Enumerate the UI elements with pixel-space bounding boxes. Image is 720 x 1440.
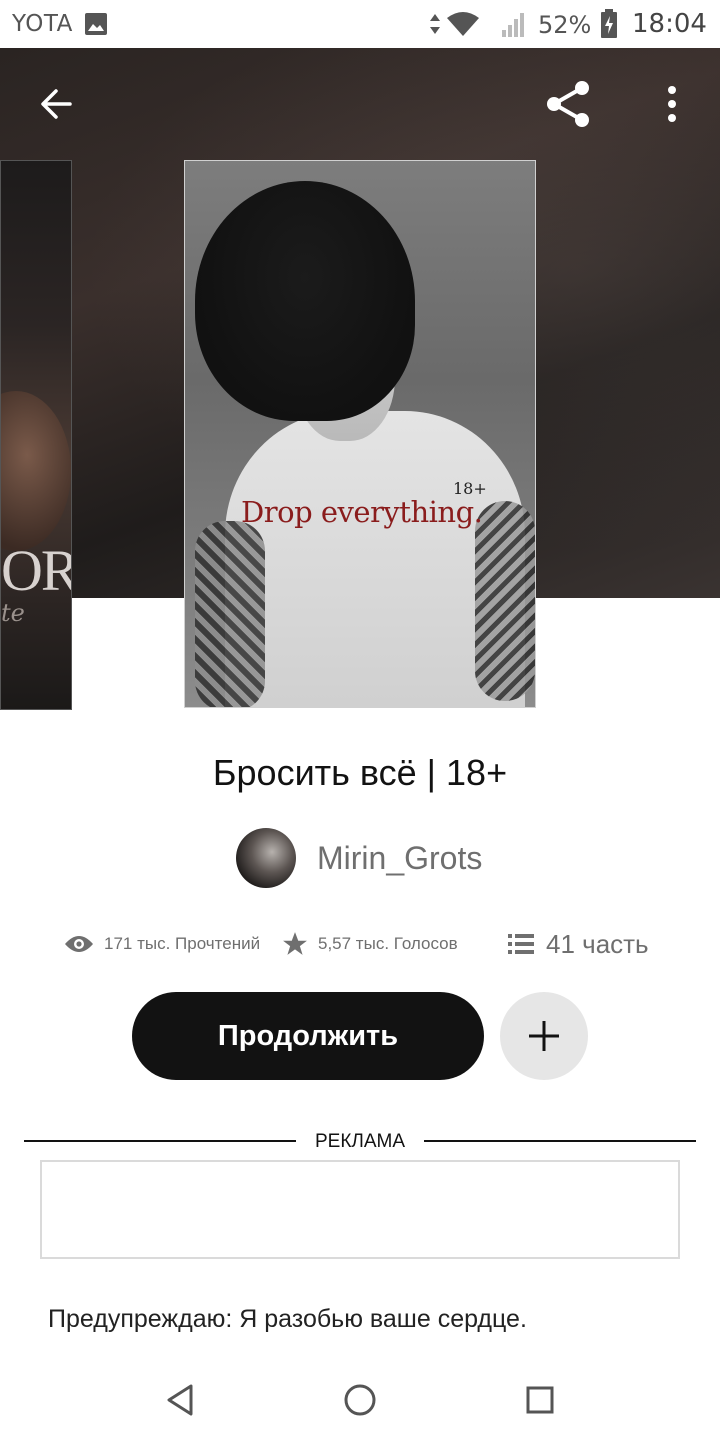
circle-home-icon [344,1384,376,1416]
side-cover-subtitle: te [1,599,25,627]
battery-charging-icon [601,9,617,38]
eye-icon [65,936,93,952]
list-icon [508,934,534,954]
cover-title: Drop everything. [241,495,483,529]
cover-hair [195,181,415,421]
arrow-left-icon [41,89,72,119]
book-title: Бросить всё | 18+ [212,752,508,793]
cover-tattoo-arm-right [475,501,535,701]
clock: 18:04 [632,9,707,39]
side-cover-title: ORE [1,538,71,603]
wifi-icon [447,12,479,36]
data-transfer-icon [430,14,440,34]
book-stats: 171 тыс. Прочтений 5,57 тыс. Голосов 41 … [0,922,720,966]
plus-icon [529,1021,559,1051]
star-icon [283,932,307,955]
nav-recents-button[interactable] [516,1376,564,1424]
share-button[interactable] [540,76,596,132]
status-bar: YOTA 52% 18:04 [0,0,720,48]
parts-count: 41 часть [546,928,649,959]
book-cover[interactable]: 18+ Drop everything. [184,160,536,708]
cover-figure [1,391,71,551]
back-button[interactable] [28,76,84,132]
add-to-library-button[interactable] [500,992,588,1080]
more-options-button[interactable] [644,76,700,132]
votes-stat: 5,57 тыс. Голосов [282,922,458,966]
system-nav-bar [0,1360,720,1440]
author-link[interactable]: Mirin_Grots [236,828,482,888]
image-notification-icon [85,13,107,35]
triangle-back-icon [167,1384,193,1416]
nav-home-button[interactable] [336,1376,384,1424]
battery-percentage: 52% [538,11,592,39]
ad-divider-right [424,1140,696,1142]
votes-count: 5,57 тыс. Голосов [318,934,458,953]
ad-divider-left [24,1140,296,1142]
share-icon [547,81,589,127]
square-recents-icon [526,1386,554,1414]
book-description: Предупреждаю: Я разобью ваше сердце. [48,1305,527,1333]
cover-tattoo-arm-left [195,521,265,707]
carrier-label: YOTA [12,11,73,37]
more-vertical-icon [668,86,676,122]
signal-icon [502,13,524,37]
author-name: Mirin_Grots [317,839,483,876]
nav-back-button[interactable] [156,1376,204,1424]
ad-label: РЕКЛАМА [314,1131,406,1152]
reads-count: 171 тыс. Прочтений [104,934,261,953]
previous-book-cover[interactable]: ORE te [0,160,72,710]
ad-container[interactable] [40,1160,680,1259]
author-avatar [236,828,296,888]
parts-stat[interactable]: 41 часть [508,922,649,966]
reads-stat: 171 тыс. Прочтений [64,922,260,966]
continue-reading-button[interactable]: Продолжить [132,992,484,1080]
